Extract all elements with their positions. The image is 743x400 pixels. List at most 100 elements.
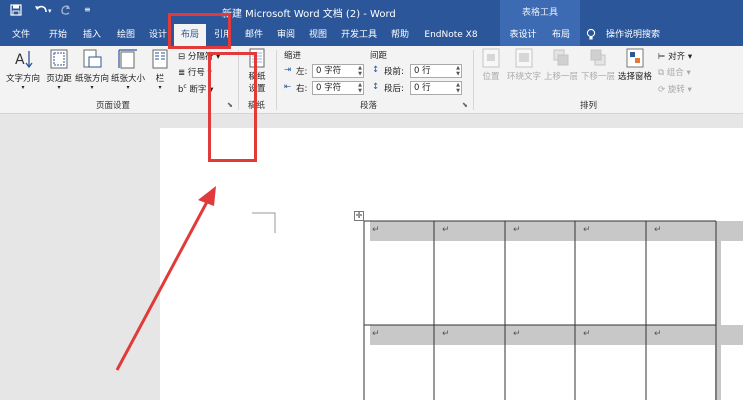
orientation-button[interactable]: 纸张方向 ▾ — [74, 48, 110, 91]
line-numbers-label: 行号 — [187, 68, 205, 78]
group-separator — [276, 50, 277, 110]
size-button[interactable]: 纸张大小 ▾ — [110, 48, 146, 91]
spinner-icon[interactable]: ▲ ▼ — [456, 82, 460, 94]
orientation-icon — [83, 49, 102, 68]
indent-title: 缩进 — [284, 51, 302, 61]
group-label: 组合 — [666, 68, 684, 78]
tab-help[interactable]: 帮助 — [384, 24, 416, 46]
redo-icon[interactable] — [60, 4, 72, 19]
title-bar: ▾ ≡ 新建 Microsoft Word 文档 (2) - Word 表格工具 — [0, 0, 743, 24]
spinner-icon[interactable]: ▲ ▼ — [358, 82, 362, 94]
table-grid — [363, 220, 743, 400]
spacing-before-label: 段前: — [384, 67, 404, 77]
selection-pane-icon — [626, 48, 644, 68]
tab-review[interactable]: 审阅 — [270, 24, 302, 46]
tab-view[interactable]: 视图 — [302, 24, 334, 46]
send-backward-label: 下移一层 — [580, 72, 615, 82]
margins-icon — [50, 49, 68, 69]
table-cell-mark: ↵ — [513, 329, 521, 339]
table-cell-mark: ↵ — [654, 329, 662, 339]
table-cell-mark: ↵ — [583, 225, 591, 235]
line-numbers-icon: ≣ — [178, 68, 186, 78]
tab-insert[interactable]: 插入 — [76, 24, 108, 46]
rotate-button[interactable]: ⟳ 旋转 ▾ — [658, 83, 692, 95]
hyphenation-label: 断字 — [189, 85, 207, 95]
tell-me-search[interactable]: 操作说明搜索 — [600, 24, 666, 46]
paper-size-icon — [118, 49, 137, 69]
spacing-after-icon: ↕ — [372, 82, 380, 92]
spacing-title: 间距 — [370, 51, 388, 61]
tab-home[interactable]: 开始 — [40, 24, 76, 46]
ribbon-tab-bar: 文件 开始 插入 绘图 设计 布局 引用 邮件 审阅 视图 开发工具 帮助 En… — [0, 24, 743, 46]
save-icon[interactable] — [10, 4, 22, 19]
text-direction-icon: A — [15, 51, 33, 69]
table-cell-mark: ↵ — [372, 329, 380, 339]
tab-endnote[interactable]: EndNote X8 — [418, 24, 484, 46]
rotate-icon: ⟳ — [658, 85, 666, 95]
tab-table-design[interactable]: 表设计 — [504, 24, 542, 46]
columns-icon — [152, 49, 168, 69]
indent-left-input[interactable]: 0 字符 ▲ ▼ — [312, 64, 364, 78]
undo-icon[interactable] — [34, 4, 48, 19]
indent-right-icon: ⇤ — [284, 82, 292, 92]
tab-draw[interactable]: 绘图 — [110, 24, 142, 46]
text-direction-button[interactable]: A 文字方向 ▾ — [4, 48, 42, 91]
paragraph-dialog-launcher-icon[interactable]: ⬊ — [462, 101, 468, 109]
spinner-icon[interactable]: ▲ ▼ — [358, 65, 362, 77]
spinner-icon[interactable]: ▲ ▼ — [456, 65, 460, 77]
bring-forward-label: 上移一层 — [543, 72, 578, 82]
svg-text:A: A — [15, 52, 25, 68]
rotate-label: 旋转 — [667, 85, 685, 95]
indent-right-label: 右: — [296, 84, 308, 94]
breaks-icon: ⊟ — [178, 52, 186, 62]
selection-pane-button[interactable]: 选择窗格 — [616, 48, 654, 82]
bring-forward-button[interactable]: 上移一层 — [543, 48, 579, 82]
annotation-box-dialog-launcher — [208, 52, 257, 162]
wrap-text-button[interactable]: 环绕文字 — [506, 48, 542, 82]
wrap-text-icon — [515, 48, 533, 68]
tab-file[interactable]: 文件 — [4, 24, 38, 46]
table-cell-mark: ↵ — [442, 329, 450, 339]
orientation-label: 纸张方向 — [74, 74, 109, 84]
hyphenation-icon: bc — [178, 83, 187, 95]
page-setup-group-label: 页面设置 — [96, 101, 131, 111]
send-backward-button[interactable]: 下移一层 — [580, 48, 616, 82]
customize-qat-icon[interactable]: ≡ — [84, 5, 91, 14]
spacing-after-input[interactable]: 0 行 ▲ ▼ — [410, 81, 462, 95]
table-cell-mark: ↵ — [372, 225, 380, 235]
selection-pane-label: 选择窗格 — [617, 72, 652, 82]
indent-right-input[interactable]: 0 字符 ▲ ▼ — [312, 81, 364, 95]
align-button[interactable]: ⊨ 对齐 ▾ — [658, 50, 692, 62]
text-direction-label: 文字方向 — [5, 74, 40, 84]
tab-developer[interactable]: 开发工具 — [336, 24, 382, 46]
table-cell-mark: ↵ — [442, 225, 450, 235]
group-button[interactable]: ⧉ 组合 ▾ — [658, 66, 691, 78]
position-icon — [482, 48, 500, 68]
table-cell-mark: ↵ — [513, 225, 521, 235]
document-table[interactable]: ↵ ↵ ↵ ↵ ↵ ↵ ↵ ↵ ↵ ↵ — [363, 220, 743, 400]
group-icon: ⧉ — [658, 68, 665, 78]
size-label: 纸张大小 — [110, 74, 145, 84]
indent-left-label: 左: — [296, 67, 308, 77]
bring-forward-icon — [553, 49, 569, 66]
table-cell-mark: ↵ — [654, 225, 662, 235]
margins-button[interactable]: 页边距 ▾ — [45, 48, 73, 91]
paragraph-group-label: 段落 — [360, 101, 378, 111]
columns-label: 栏 — [155, 74, 165, 84]
undo-dropdown-icon[interactable]: ▾ — [48, 7, 52, 15]
indent-left-icon: ⇥ — [284, 65, 292, 75]
margins-label: 页边距 — [46, 74, 72, 84]
line-numbers-button[interactable]: ≣ 行号 ▾ — [178, 66, 212, 78]
align-icon: ⊨ — [658, 52, 666, 62]
send-backward-icon — [590, 49, 606, 66]
tab-table-layout[interactable]: 布局 — [544, 24, 578, 46]
tab-mailings[interactable]: 邮件 — [238, 24, 270, 46]
group-separator — [473, 50, 474, 110]
spacing-after-label: 段后: — [384, 84, 404, 94]
columns-button[interactable]: 栏 ▾ — [150, 48, 170, 91]
arrange-group-label: 排列 — [580, 101, 598, 111]
table-move-handle-icon[interactable]: ✛ — [354, 211, 364, 221]
spacing-before-input[interactable]: 0 行 ▲ ▼ — [410, 64, 462, 78]
lightbulb-icon — [586, 28, 596, 44]
position-button[interactable]: 位置 — [478, 48, 504, 82]
